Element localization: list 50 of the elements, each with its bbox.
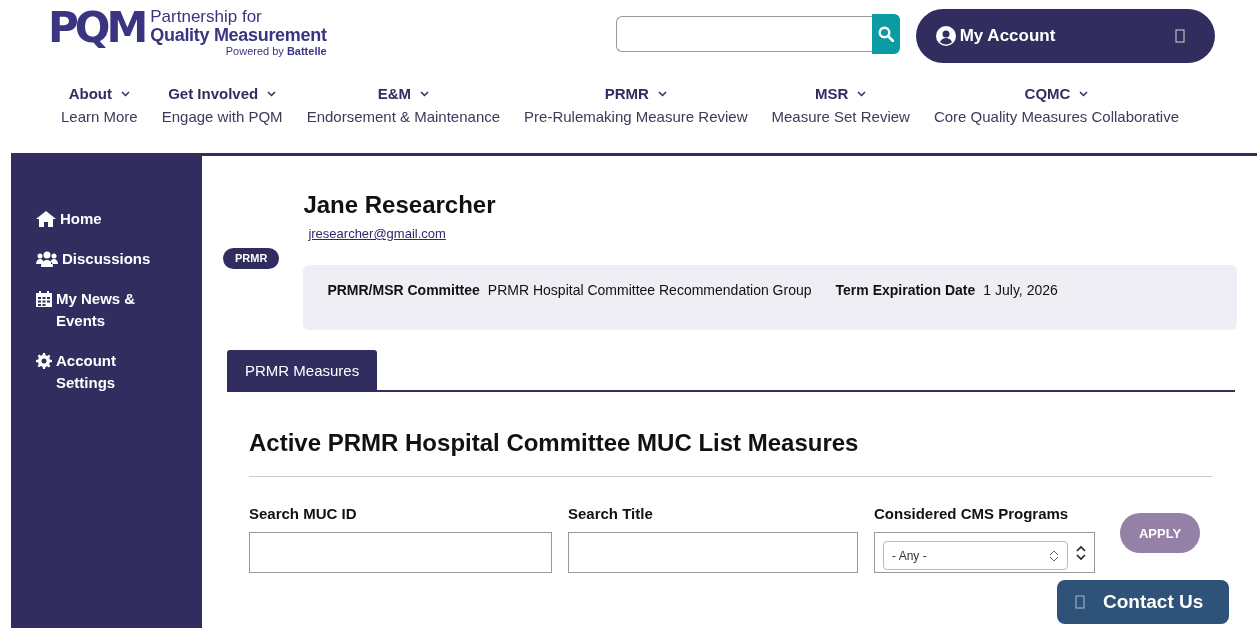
input-field[interactable] [568,532,858,573]
square-icon [1174,29,1185,43]
spinner-icon [1076,544,1086,561]
nav-item[interactable]: E&M Endorsement & Maintenance [306,85,501,125]
field-label: Search Title [568,505,654,522]
user-name: Jane Researcher [303,190,497,220]
chevron-icon [420,90,429,97]
search-icon [877,26,894,42]
search-button[interactable] [871,14,900,54]
committee-label: PRMR/MSR Committee [327,282,480,300]
sidebar-item[interactable]: My News & Events [36,288,156,332]
apply-button[interactable]: APPLY [1120,513,1200,553]
term-value: 1 July, 2026 [983,282,1058,300]
nav-item[interactable]: PRMR Pre-Rulemaking Measure Review [524,85,748,125]
input-field[interactable] [249,532,552,573]
logo-text: Partnership for [150,8,262,26]
search-field[interactable] [615,16,872,52]
committee-value: PRMR Hospital Committee Recommendation Group [487,282,812,300]
nav-item[interactable]: CQMC Core Quality Measures Collaborative [933,85,1179,125]
home-icon [36,211,56,227]
user-icon [935,26,956,46]
email-link[interactable]: jresearcher@gmail.com [308,226,1237,241]
field-label: Search MUC ID [249,505,358,522]
settings-icon [36,353,52,369]
term-label: Term Expiration Date [835,282,976,300]
calendar-icon [36,291,52,307]
account-button[interactable]: My Account [915,9,1215,63]
sidebar-item[interactable]: Discussions [36,248,156,270]
nav-item[interactable]: Get Involved Engage with PQM [161,85,283,125]
committee-badge: PRMR [223,248,280,269]
sidebar-item[interactable]: Home [36,208,156,230]
chevron-icon [121,90,130,97]
section-title: Active PRMR Hospital Committee MUC List Measures [249,428,1212,477]
nav-item[interactable]: MSR Measure Set Review [771,85,910,125]
people-icon [36,251,58,267]
field-label: Considered CMS Programs [874,505,1070,522]
chevron-icon [857,90,867,97]
contact-button[interactable]: Contact Us [1057,580,1229,624]
chevron-icon [1079,90,1089,97]
updown-icon [1049,549,1059,562]
logo-tagline: Powered by Battelle [225,45,327,57]
chevron-icon [267,90,277,97]
logo-text: Quality Measurement [150,26,327,45]
tab[interactable]: PRMR Measures [227,350,378,390]
select-field[interactable]: - Any - [883,541,1068,570]
chevron-icon [657,90,667,97]
square-icon [1075,595,1085,609]
nav-item[interactable]: About Learn More [61,85,138,125]
logo-mark: PQM [48,8,145,48]
sidebar-item[interactable]: Account Settings [36,350,156,394]
